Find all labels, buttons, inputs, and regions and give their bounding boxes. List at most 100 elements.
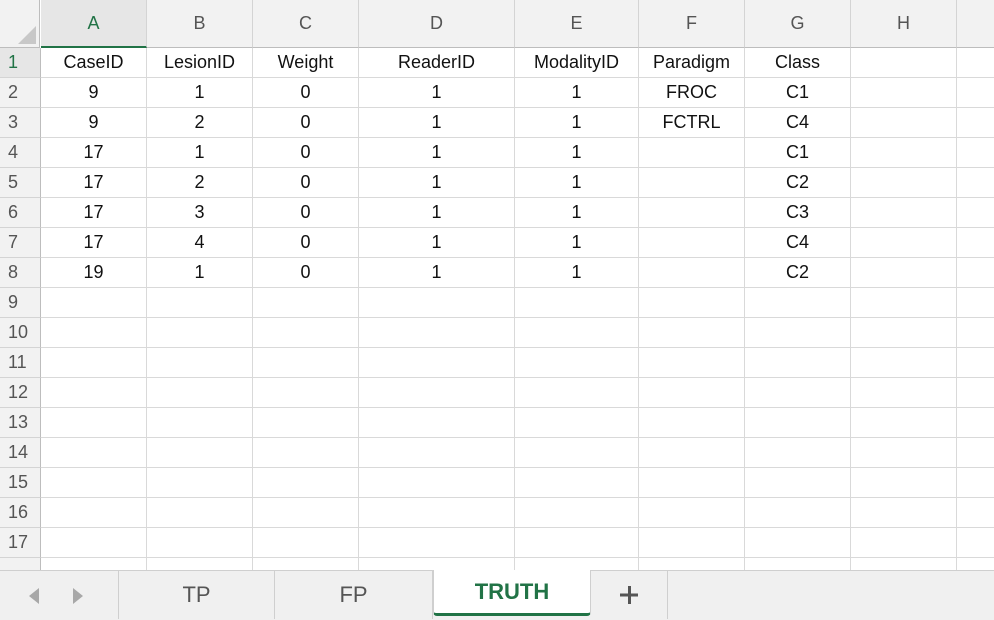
column-header-b[interactable]: B: [147, 0, 253, 48]
cell-col-h[interactable]: [851, 438, 957, 468]
cell-col-c[interactable]: [253, 318, 359, 348]
cell-col-b[interactable]: 1: [147, 138, 253, 168]
next-sheet-button[interactable]: [68, 583, 88, 609]
row-header[interactable]: 1: [0, 48, 41, 78]
cell-col-c[interactable]: [253, 558, 359, 570]
cell-col-e[interactable]: [515, 408, 639, 438]
header-cell-col-a[interactable]: CaseID: [41, 48, 147, 78]
cell-col-d[interactable]: [359, 408, 515, 438]
cell-col-f[interactable]: [639, 438, 745, 468]
row-header[interactable]: 16: [0, 498, 41, 528]
cell-col-d[interactable]: 1: [359, 228, 515, 258]
cell-col-d[interactable]: 1: [359, 138, 515, 168]
cell-partial[interactable]: [957, 468, 994, 498]
row-header[interactable]: 12: [0, 378, 41, 408]
cell-col-c[interactable]: 0: [253, 168, 359, 198]
cell-partial[interactable]: [957, 78, 994, 108]
cell-col-d[interactable]: 1: [359, 168, 515, 198]
header-cell-col-g[interactable]: Class: [745, 48, 851, 78]
cell-col-h[interactable]: [851, 228, 957, 258]
cell-col-e[interactable]: 1: [515, 168, 639, 198]
cell-partial[interactable]: [957, 318, 994, 348]
sheet-tab-truth[interactable]: TRUTH: [433, 570, 591, 616]
cell-col-a[interactable]: [41, 558, 147, 570]
cell-col-g[interactable]: [745, 498, 851, 528]
cell-col-c[interactable]: 0: [253, 228, 359, 258]
cell-col-h[interactable]: [851, 138, 957, 168]
cell-col-b[interactable]: 2: [147, 108, 253, 138]
column-header-h[interactable]: H: [851, 0, 957, 48]
cell-col-h[interactable]: [851, 408, 957, 438]
cell-col-b[interactable]: 2: [147, 168, 253, 198]
cell-col-g[interactable]: C4: [745, 228, 851, 258]
sheet-tab-tp[interactable]: TP: [118, 571, 275, 619]
cell-col-h[interactable]: [851, 78, 957, 108]
header-cell-col-f[interactable]: Paradigm: [639, 48, 745, 78]
cell-partial[interactable]: [957, 528, 994, 558]
add-sheet-button[interactable]: [591, 571, 668, 619]
cell-col-b[interactable]: [147, 288, 253, 318]
header-cell-col-c[interactable]: Weight: [253, 48, 359, 78]
cell-partial[interactable]: [957, 258, 994, 288]
cell-partial[interactable]: [957, 348, 994, 378]
row-header[interactable]: 11: [0, 348, 41, 378]
column-header-partial[interactable]: [957, 0, 994, 48]
cell-col-g[interactable]: [745, 528, 851, 558]
cell-col-f[interactable]: [639, 228, 745, 258]
cell-col-a[interactable]: [41, 528, 147, 558]
row-header[interactable]: 9: [0, 288, 41, 318]
cell-col-f[interactable]: [639, 318, 745, 348]
cell-col-e[interactable]: 1: [515, 228, 639, 258]
column-header-a[interactable]: A: [41, 0, 147, 48]
cell-col-b[interactable]: [147, 468, 253, 498]
cell-col-g[interactable]: [745, 348, 851, 378]
cell-col-d[interactable]: [359, 438, 515, 468]
cell-col-c[interactable]: [253, 348, 359, 378]
cell-col-a[interactable]: [41, 498, 147, 528]
cell-col-c[interactable]: [253, 438, 359, 468]
cell-col-e[interactable]: [515, 528, 639, 558]
cell-col-f[interactable]: [639, 138, 745, 168]
row-header[interactable]: 14: [0, 438, 41, 468]
cell-col-h[interactable]: [851, 318, 957, 348]
cell-col-e[interactable]: [515, 318, 639, 348]
cell-col-c[interactable]: [253, 498, 359, 528]
cell-col-d[interactable]: [359, 288, 515, 318]
cell-col-g[interactable]: [745, 558, 851, 570]
cell-col-c[interactable]: 0: [253, 198, 359, 228]
cell-col-f[interactable]: [639, 378, 745, 408]
cell-col-a[interactable]: [41, 348, 147, 378]
cell-col-d[interactable]: 1: [359, 198, 515, 228]
cell-col-g[interactable]: [745, 408, 851, 438]
column-header-e[interactable]: E: [515, 0, 639, 48]
cell-col-a[interactable]: [41, 378, 147, 408]
cell-col-h[interactable]: [851, 528, 957, 558]
cell-col-d[interactable]: [359, 378, 515, 408]
select-all-corner[interactable]: [0, 0, 40, 48]
cell-partial[interactable]: [957, 138, 994, 168]
cell-col-b[interactable]: [147, 558, 253, 570]
row-header[interactable]: 2: [0, 78, 41, 108]
cell-partial[interactable]: [957, 378, 994, 408]
cell-col-b[interactable]: [147, 408, 253, 438]
cell-col-f[interactable]: [639, 288, 745, 318]
cell-col-c[interactable]: 0: [253, 138, 359, 168]
cell-col-d[interactable]: [359, 318, 515, 348]
cell-col-h[interactable]: [851, 498, 957, 528]
cell-col-f[interactable]: [639, 408, 745, 438]
cell-col-e[interactable]: 1: [515, 138, 639, 168]
cell-col-a[interactable]: [41, 288, 147, 318]
cell-col-e[interactable]: [515, 468, 639, 498]
row-header[interactable]: 15: [0, 468, 41, 498]
cell-col-g[interactable]: [745, 468, 851, 498]
cell-col-a[interactable]: 17: [41, 198, 147, 228]
cell-col-d[interactable]: [359, 558, 515, 570]
cell-col-g[interactable]: C3: [745, 198, 851, 228]
cell-col-f[interactable]: [639, 258, 745, 288]
cell-col-c[interactable]: 0: [253, 258, 359, 288]
cell-col-d[interactable]: [359, 498, 515, 528]
cell-col-a[interactable]: 9: [41, 78, 147, 108]
cell-col-a[interactable]: 17: [41, 138, 147, 168]
cell-col-d[interactable]: [359, 468, 515, 498]
header-cell-col-d[interactable]: ReaderID: [359, 48, 515, 78]
